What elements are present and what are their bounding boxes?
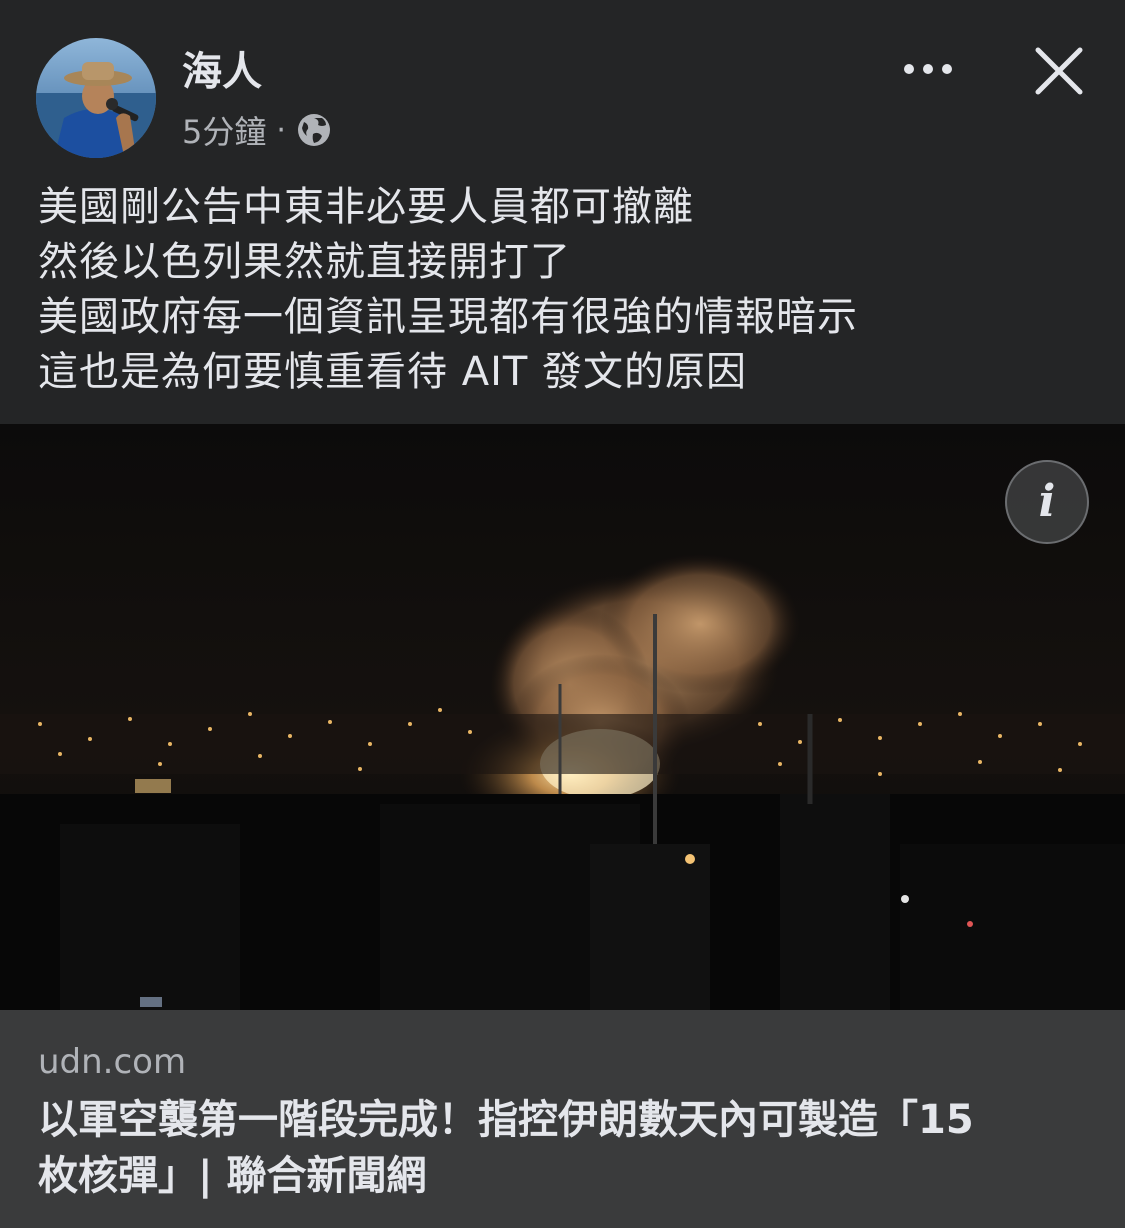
close-button[interactable]	[1030, 42, 1088, 100]
post-text-line: 美國剛公告中東非必要人員都可撤離	[38, 184, 694, 230]
post-text-line: 這也是為何要慎重看待 AIT 發文的原因	[38, 349, 748, 395]
link-title[interactable]: 以軍空襲第一階段完成！指控伊朗數天內可製造「15 枚核彈」| 聯合新聞網	[38, 1092, 1088, 1204]
author-name[interactable]: 海人	[182, 48, 262, 96]
more-options-button[interactable]	[892, 44, 964, 94]
link-domain: udn.com	[38, 1042, 187, 1082]
post-header: 海人 5分鐘 ·	[0, 0, 1125, 165]
meta-separator: ·	[276, 112, 286, 148]
post-timestamp[interactable]: 5分鐘	[182, 107, 266, 153]
more-options-icon	[904, 64, 952, 74]
link-title-line: 枚核彈」| 聯合新聞網	[38, 1153, 427, 1199]
info-icon: i	[1038, 476, 1056, 527]
post-text-line: 然後以色列果然就直接開打了	[38, 239, 571, 285]
post-body-text: 美國剛公告中東非必要人員都可撤離 然後以色列果然就直接開打了 美國政府每一個資訊…	[38, 180, 1098, 400]
close-icon	[1035, 47, 1083, 95]
post-meta: 5分鐘 ·	[182, 108, 332, 152]
link-title-line: 以軍空襲第一階段完成！指控伊朗數天內可製造「15	[38, 1097, 974, 1143]
author-avatar[interactable]	[36, 38, 156, 158]
post-text-line: 美國政府每一個資訊呈現都有很強的情報暗示	[38, 294, 858, 340]
link-preview-image[interactable]	[0, 424, 1125, 1010]
info-button[interactable]: i	[1005, 460, 1089, 544]
globe-icon[interactable]	[296, 112, 332, 148]
